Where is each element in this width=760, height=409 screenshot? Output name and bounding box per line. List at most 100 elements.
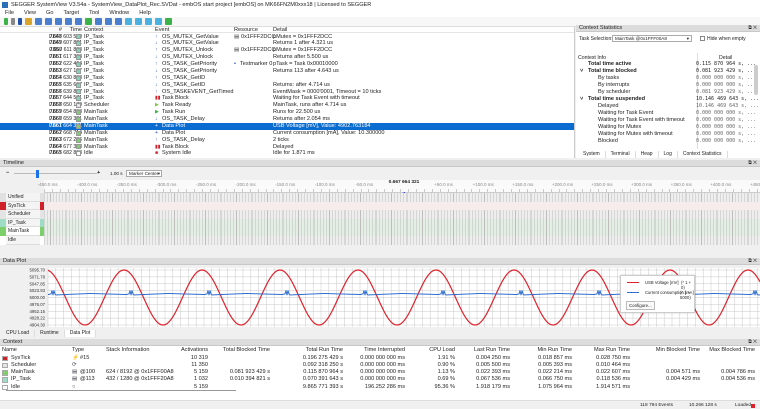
track-label-systick[interactable]: SysTick [0,201,44,211]
zoom-slider-track[interactable] [14,173,97,174]
zoom-slider-handle[interactable] [36,169,39,178]
event-row[interactable]: 7854 0.667 630 893 IP_Task ↑ OS_TASK_GetID [0,75,574,82]
tab-heap[interactable]: Heap [636,151,659,158]
load-button[interactable] [18,18,22,25]
event-row[interactable]: 7848 0.667 603 500 IP_Task ↑ OS_MUTEX_GetVal… [0,34,574,41]
menu-target[interactable]: Target [64,10,80,16]
tab-log[interactable]: Log [659,151,678,158]
zoom-button[interactable] [95,18,102,25]
hide-when-empty-checkbox[interactable] [700,35,705,41]
col-max-run-time[interactable]: Max Run Time [594,347,630,354]
events-button[interactable] [45,18,52,25]
track-ip_task[interactable] [44,218,760,228]
event-row[interactable]: 7865 0.667 682 893 Idle ■ System Idle Idle fo… [0,150,574,157]
event-row[interactable]: 7850 0.667 611 893 IP_Task ↑ OS_MUTEX_Unlock… [0,47,574,54]
marker-mode-dropdown[interactable]: Marker Center ▾ [126,169,162,177]
tab-runtime[interactable]: Runtime [35,330,65,337]
col-cpu-load[interactable]: CPU Load [429,347,455,354]
close-icon[interactable]: ⧉ ✕ [748,160,757,167]
tab-cpu-load[interactable]: CPU Load [1,330,36,337]
menu-window[interactable]: Window [109,10,129,16]
col-name[interactable]: Name [2,347,17,354]
stats-row[interactable]: Blocked 0.000 000 000 s, ... [576,138,760,145]
stats-row[interactable]: Waiting for Task Event with timeout 0.000… [576,117,760,124]
event-row[interactable]: 7862 0.667 668 714 MainTask + Data Plot Curre… [0,130,574,137]
find-button[interactable] [105,18,112,25]
open-button[interactable] [25,18,32,25]
col-min-run-time[interactable]: Min Run Time [537,347,572,354]
tab-system[interactable]: System [578,151,606,158]
menu-file[interactable]: File [5,10,14,16]
track-label-idle[interactable]: Idle [0,236,44,245]
zoom-out-button[interactable]: − [6,170,9,176]
go-forward-button[interactable] [135,18,142,25]
horizontal-scrollbar[interactable] [6,390,236,391]
col-activations[interactable]: Activations [181,347,208,354]
event-row[interactable]: 7852 0.667 622 464 IP_Task ↑ OS_TASK_GetPrio… [0,61,574,68]
zoom-in-button[interactable]: + [97,170,100,176]
marker-button[interactable] [85,18,92,25]
event-row[interactable]: 7851 0.667 617 393 IP_Task ↓ OS_MUTEX_Unlock… [0,54,574,61]
event-row[interactable]: 7855 0.667 635 607 IP_Task ↓ OS_TASK_GetID Re… [0,82,574,89]
stop-recording-button[interactable] [11,18,15,25]
col-total-run-time[interactable]: Total Run Time [306,347,343,354]
timeline-button[interactable] [55,18,62,25]
stats-row[interactable]: Delayed 10.146 469 643 s, ... [576,103,760,110]
context-row[interactable]: ⟳ Scheduler 11 350 0.092 318 250 s 0.000 000… [0,362,760,369]
col-resource[interactable]: Resource [234,27,258,33]
next-button[interactable] [155,18,162,25]
track-systick[interactable] [44,201,760,211]
close-icon[interactable]: ⧉ ✕ [748,258,757,265]
tab-data-plot[interactable]: Data Plot [64,330,97,337]
event-row[interactable]: 7860 0.667 659 321 MainTask ↓ OS_TASK_Delay R… [0,116,574,123]
event-row[interactable]: 7863 0.667 672 286 MainTask ↑ OS_TASK_Delay 2… [0,137,574,144]
menu-tool[interactable]: Tool [89,10,99,16]
menu-help[interactable]: Help [139,10,151,16]
go-back-button[interactable] [125,18,132,25]
chevron-down-icon[interactable]: ˅ [580,96,583,103]
event-row[interactable]: 7858 0.667 650 179 Scheduler ▶ Task Ready Mai… [0,102,574,109]
stats-row[interactable]: Total time active 0.115 870 964 s, ... [576,61,760,68]
event-row[interactable]: 7853 0.667 627 107 IP_Task ↓ OS_TASK_GetPrio… [0,68,574,75]
stats-row[interactable]: By tasks 0.000 000 000 s, ... [576,75,760,82]
track-idle[interactable] [44,236,760,245]
task-selection-dropdown[interactable]: MainTask @0x1FFF00A8 ▾ [612,34,692,42]
menu-go[interactable]: Go [46,10,53,16]
stats-row[interactable]: ˅ Total time blocked 0.081 923 429 s, ... [576,68,760,75]
col-detail[interactable]: Detail [273,27,287,33]
col-time-interrupted[interactable]: Time Interrupted [364,347,405,354]
event-row[interactable]: 7856 0.667 639 857 IP_Task ↑ OS_TASKEVENT_Ge… [0,89,574,96]
context-button[interactable] [115,18,122,25]
start-recording-button[interactable] [4,18,8,25]
plot-button[interactable] [65,18,72,25]
track-label-unified[interactable]: Unified [0,193,44,202]
col-context[interactable]: Context [84,27,103,33]
chevron-down-icon[interactable]: ˅ [580,68,583,75]
close-icon[interactable]: ⧉ ✕ [748,339,757,346]
cpu-button[interactable] [75,18,82,25]
event-row[interactable]: 7857 0.667 644 571 IP_Task ▮▮ Task Block Wait… [0,95,574,102]
context-row[interactable]: ▤ MainTask @100 624 / 8192 @ 0x1FFF00A8 5 15… [0,369,760,376]
event-row[interactable]: 7864 0.667 677 393 MainTask ▮▮ Task Block Del… [0,144,574,151]
event-row[interactable]: 7859 0.667 654 893 MainTask ▶ Task Run Runs f… [0,109,574,116]
track-unified[interactable] [44,193,760,202]
track-label-ip_task[interactable]: IP_Task [0,218,44,228]
menu-view[interactable]: View [24,10,36,16]
stats-row[interactable]: Waiting for Task Event 0.000 000 000 s, .… [576,110,760,117]
track-scheduler[interactable] [44,210,760,219]
col-stack-information[interactable]: Stack Information [106,347,150,354]
col-max-blocked-time[interactable]: Max Blocked Time [709,347,755,354]
stats-row[interactable]: Waiting for Mutex 0.000 000 000 s, ... [576,124,760,131]
prev-button[interactable] [145,18,152,25]
col-time[interactable]: Time [60,27,82,33]
col-total-blocked-time[interactable]: Total Blocked Time [223,347,270,354]
scrollbar[interactable] [754,65,758,95]
col-num[interactable]: # [40,27,62,33]
stats-row[interactable]: Waiting for Mutex with timeout 0.000 000 … [576,131,760,138]
col-last-run-time[interactable]: Last Run Time [474,347,510,354]
configure-button[interactable]: Configure... [626,301,655,310]
stats-row[interactable]: By scheduler 0.081 923 429 s, ... [576,89,760,96]
stats-row[interactable]: ˅ Total time suspended 10.146 469 643 s, .… [576,96,760,103]
track-label-maintask[interactable]: MainTask [0,227,44,236]
col-type[interactable]: Type [72,347,84,354]
